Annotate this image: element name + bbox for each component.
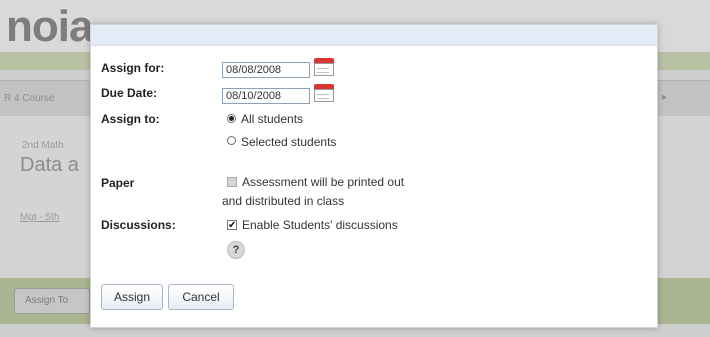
discussions-checkbox-text: Enable Students' discussions — [242, 218, 398, 232]
background-nav-tab: R 4 Course — [0, 80, 90, 118]
background-nav-right: ▸ — [656, 80, 710, 118]
due-date-label: Due Date: — [101, 86, 158, 100]
discussions-checkbox[interactable]: ✔ — [227, 220, 237, 231]
discussions-label: Discussions: — [101, 218, 176, 232]
all-students-label: All students — [241, 112, 304, 126]
calendar-icon[interactable] — [313, 83, 335, 103]
all-students-radio[interactable] — [227, 114, 236, 123]
calendar-icon[interactable] — [313, 57, 335, 77]
assign-dialog: Assign for: Due Date: Assign to: All stu… — [90, 24, 658, 328]
assign-for-date-input[interactable] — [222, 62, 310, 78]
chevron-right-icon: ▸ — [662, 92, 668, 103]
background-link: Mgt - 5th — [20, 212, 60, 223]
background-breadcrumb: 2nd Math — [22, 140, 64, 151]
background-assign-to-button: Assign To — [14, 288, 90, 314]
paper-checkbox-text: Assessment will be printed out — [242, 175, 405, 189]
app-logo: noia — [6, 2, 93, 51]
help-icon[interactable]: ? — [227, 241, 245, 259]
assign-for-label: Assign for: — [101, 61, 165, 75]
paper-label: Paper — [101, 176, 135, 190]
paper-checkbox[interactable] — [227, 177, 237, 187]
selected-students-label: Selected students — [241, 135, 337, 149]
background-heading: Data a — [20, 154, 79, 176]
background-nav-tab-label: R 4 Course — [4, 93, 55, 104]
cancel-button[interactable]: Cancel — [168, 284, 234, 310]
due-date-input[interactable] — [222, 88, 310, 104]
paper-checkbox-text-cont: and distributed in class — [222, 194, 345, 208]
dialog-title-bar[interactable] — [91, 25, 657, 46]
selected-students-radio[interactable] — [227, 136, 236, 145]
assign-button[interactable]: Assign — [101, 284, 163, 310]
assign-to-label: Assign to: — [101, 112, 160, 126]
